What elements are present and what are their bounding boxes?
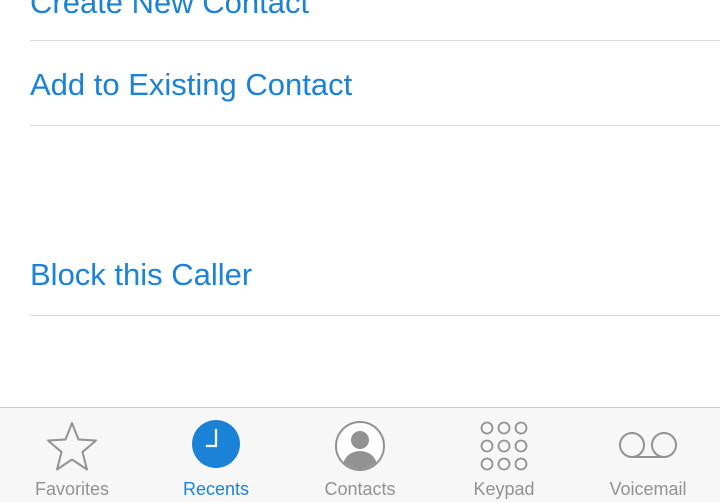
add-to-existing-contact-button[interactable]: Add to Existing Contact — [30, 69, 352, 100]
keypad-icon — [480, 421, 528, 471]
tab-label: Contacts — [324, 479, 396, 499]
create-new-contact-button[interactable]: Create New Contact — [30, 0, 309, 18]
tab-label: Favorites — [34, 479, 110, 499]
separator — [30, 315, 720, 316]
contact-actions-screen: Create New Contact Add to Existing Conta… — [0, 0, 720, 502]
tab-label: Recents — [182, 479, 250, 499]
person-icon — [335, 421, 385, 471]
tab-favorites[interactable]: Favorites — [0, 408, 144, 503]
separator — [30, 40, 720, 41]
tab-keypad[interactable]: Keypad — [432, 408, 576, 503]
tab-bar: Favorites Recents Contacts Keypad Voicem… — [0, 407, 720, 502]
block-caller-button[interactable]: Block this Caller — [30, 259, 252, 290]
tab-label: Keypad — [473, 479, 535, 499]
tab-recents[interactable]: Recents — [144, 408, 288, 503]
tab-contacts[interactable]: Contacts — [288, 408, 432, 503]
tab-voicemail[interactable]: Voicemail — [576, 408, 720, 503]
tab-label: Voicemail — [609, 479, 687, 499]
separator — [30, 125, 720, 126]
voicemail-icon — [619, 432, 677, 458]
star-icon — [47, 422, 97, 471]
clock-icon — [192, 420, 240, 468]
